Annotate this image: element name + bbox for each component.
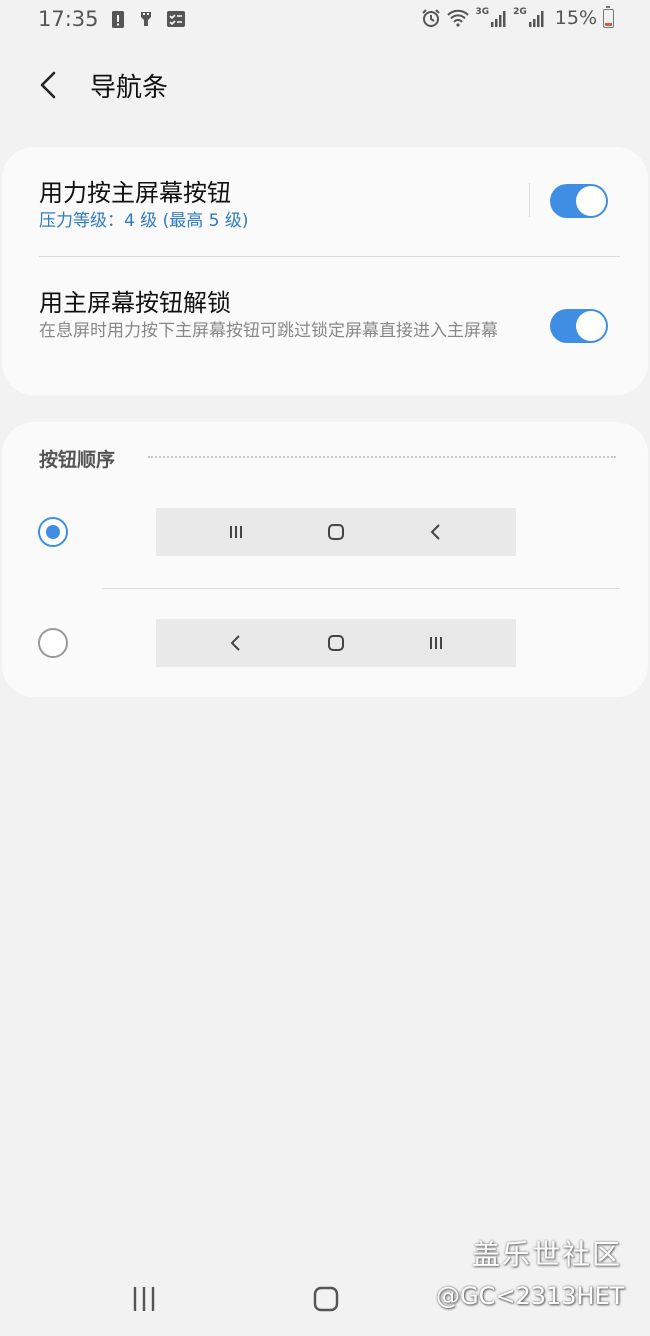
usb-icon [141,12,151,26]
unlock-toggle[interactable] [550,309,608,343]
home-icon [328,524,344,540]
divider [102,588,620,589]
section-label: 按钮顺序 [39,449,116,471]
network-2g-label: 2G [513,7,527,17]
status-time: 17:35 [38,7,99,31]
setting-title: 用主屏幕按钮解锁 [39,289,231,317]
recents-icon [230,526,242,538]
page-title: 导航条 [90,73,169,103]
status-bar: 17:35 3G 2G 15% [0,0,650,40]
recents-icon [430,637,442,649]
toggle-knob [576,186,606,216]
battery-alert-icon [112,11,124,28]
press-home-toggle[interactable] [550,184,608,218]
radio-unselected[interactable] [38,628,68,658]
setting-subtitle: 压力等级：4 级 (最高 5 级) [39,211,249,231]
watermark-title: 盖乐世社区 [472,1238,623,1271]
watermark-handle: @GC<2313HET [436,1282,625,1310]
nav-preview [156,619,516,667]
toggle-knob [576,311,606,341]
section-divider [148,456,616,458]
notification-icons [110,9,186,29]
network-3g-label: 3G [475,7,490,17]
status-right: 3G 2G 15% [421,5,614,29]
alarm-icon [422,9,441,27]
nav-preview [156,508,516,556]
battery-percent: 15% [554,7,597,29]
divider [39,256,620,257]
setting-subtitle: 在息屏时用力按下主屏幕按钮可跳过锁定屏幕直接进入主屏幕 [39,321,498,341]
button-order-card: 按钮顺序 [2,422,648,697]
signal-icon [491,11,506,27]
app-header: 导航条 [0,55,650,111]
home-icon [328,635,344,651]
back-button[interactable] [30,65,70,105]
radio-selected[interactable] [38,517,68,547]
checklist-icon [167,11,185,27]
back-icon [430,524,440,540]
row-divider [529,183,530,217]
signal-icon [528,11,544,27]
wifi-icon [447,9,470,27]
back-icon [230,635,240,651]
recents-icon[interactable] [129,1284,159,1314]
press-settings-card: 用力按主屏幕按钮 压力等级：4 级 (最高 5 级) 用主屏幕按钮解锁 在息屏时… [2,147,648,395]
home-icon[interactable] [311,1284,341,1314]
battery-icon [603,5,614,28]
setting-title: 用力按主屏幕按钮 [39,179,231,207]
